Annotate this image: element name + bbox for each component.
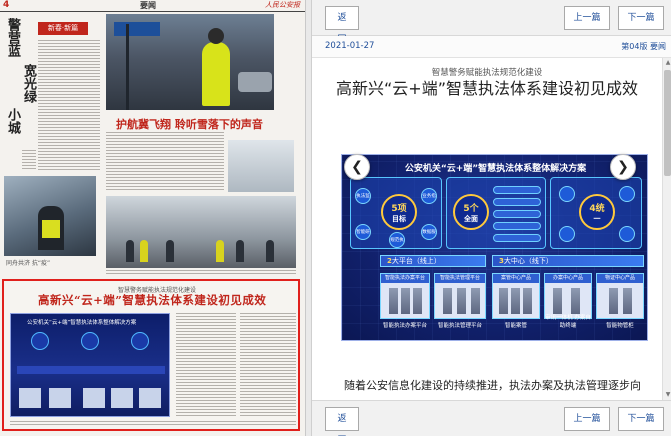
previous-article-button-bottom[interactable]: 上一篇 — [564, 407, 610, 431]
figure-comprehensive-ring: 5个 全面 — [453, 194, 489, 230]
highlight-graphic-title: 公安机关“云+端”智慧执法体系整体解决方案 — [27, 320, 137, 326]
figure-node: 智能研判 — [355, 224, 371, 240]
paper-text-column — [106, 270, 296, 276]
scrollbar-thumb[interactable] — [664, 70, 671, 176]
figure-item-pill — [493, 186, 541, 194]
highlight-text-column — [240, 313, 296, 417]
figure-comprehensive-number: 5个 — [463, 204, 479, 214]
figure-item-pill — [493, 198, 541, 206]
article-content[interactable]: 智慧警务赋能执法规范化建设 高新兴“云+端”智慧执法体系建设初见成效 公安机关“… — [312, 58, 662, 400]
figure-goals-number: 5项 — [391, 204, 407, 214]
scroll-up-arrow-icon[interactable]: ▲ — [663, 58, 671, 68]
figure-node: 数据服务 — [421, 224, 437, 240]
figure-unification-ring: 4统 一 — [579, 194, 615, 230]
next-article-button-bottom[interactable]: 下一篇 — [618, 407, 664, 431]
figure-platforms-label: 大平台（线上） — [391, 257, 441, 265]
reader-window: 4 要闻 人民公安报 警营蓝 宽光绿 小城 新春·新篇 护航冀飞翔 聆听雪落下的… — [0, 0, 671, 436]
figure-module-header: 案管中心产品 — [493, 274, 539, 283]
paper-text-column — [22, 150, 36, 170]
paper-page-number: 4 — [3, 0, 10, 10]
paper-masthead: 人民公安报 — [265, 1, 300, 9]
figure-module-caption: 智能执法办案平台 — [382, 323, 427, 329]
figure-module-header: 办案中心产品 — [545, 274, 591, 283]
article-meta-bar: 2021-01-27 第04版 要闻 — [312, 36, 671, 58]
figure-item-pill — [493, 210, 541, 218]
back-button-bottom[interactable]: 返回 — [325, 407, 359, 431]
paper-section-name: 要闻 — [140, 1, 156, 10]
figure-next-arrow-icon[interactable]: ❯ — [610, 154, 636, 180]
figure-comprehensive-panel: 5个 全面 — [446, 177, 546, 249]
next-article-button[interactable]: 下一篇 — [618, 6, 664, 30]
article-scrollbar[interactable]: ▲ ▼ — [662, 58, 671, 400]
figure-centers-bar: 3大中心（线下） — [492, 255, 644, 267]
paper-photo-snow — [228, 140, 294, 192]
figure-module-caption: 智能执法管理平台 — [437, 323, 482, 329]
figure-module-case-platform: 智能执法办案平台 智能执法办案平台 — [380, 273, 430, 329]
article-edition: 第04版 要闻 — [621, 42, 666, 51]
figure-unification-panel: 4统 一 — [550, 177, 642, 249]
figure-unification-label: 一 — [593, 215, 601, 223]
paper-photo-caption: 同舟共济 抗“疫” — [6, 260, 51, 267]
article-figure[interactable]: 公安机关“云+端”智慧执法体系整体解决方案 5项 目标 执法监督 业务指导 智能… — [341, 154, 648, 341]
back-button[interactable]: 返回 — [325, 6, 359, 45]
highlight-text-column — [176, 313, 236, 417]
figure-unification-number: 4统 — [589, 204, 605, 214]
figure-node: 执法监督 — [355, 188, 371, 204]
paper-header: 4 要闻 人民公安报 — [0, 0, 305, 12]
paper-vertical-headline-1: 警营蓝 — [5, 18, 20, 57]
highlighted-article-region[interactable]: 智慧警务赋能执法规范化建设 高新兴“云+端”智慧执法体系建设初见成效 公安机关“… — [2, 279, 300, 431]
paper-photo-street — [106, 196, 296, 268]
paper-vertical-headline-2: 宽光绿 — [21, 64, 36, 103]
top-toolbar: 返回 上一篇 下一篇 — [312, 0, 671, 45]
figure-module-caption: 智能物管柜 — [606, 323, 634, 329]
paper-text-column — [106, 132, 224, 192]
paper-photo-traffic-officer — [106, 14, 274, 110]
figure-item-pill — [493, 234, 541, 242]
figure-module-case-center: 案管中心产品 智能案管 — [492, 273, 540, 329]
paper-red-badge: 新春·新篇 — [38, 22, 88, 35]
article-reader-panel: 返回 上一篇 下一篇 2021-01-27 第04版 要闻 智慧警务赋能执法规范… — [311, 0, 671, 436]
figure-module-caption: 审讯一体机 办案自助终端 — [545, 315, 591, 329]
paper-photo-bus — [4, 176, 96, 256]
article-date: 2021-01-27 — [325, 41, 375, 51]
highlight-headline: 高新兴“云+端”智慧执法体系建设初见成效 — [38, 293, 267, 307]
figure-node: 业务指导 — [421, 188, 437, 204]
figure-node — [559, 186, 575, 202]
article-kicker: 智慧警务赋能执法规范化建设 — [431, 68, 543, 78]
paper-text-column — [38, 40, 100, 170]
article-body-text: 随着公安信息化建设的持续推进，执法办案及执法管理逐步向 — [344, 379, 641, 392]
figure-comprehensive-label: 全面 — [464, 215, 478, 223]
figure-module-header: 智能执法办案平台 — [381, 274, 429, 283]
paper-vertical-headline-3: 小城 — [5, 108, 20, 134]
figure-node: 规范执法 — [389, 232, 405, 248]
figure-item-pill — [493, 222, 541, 230]
figure-module-header: 智能执法管理平台 — [435, 274, 485, 283]
scroll-down-arrow-icon[interactable]: ▼ — [663, 390, 671, 400]
figure-title: 公安机关“云+端”智慧执法体系整体解决方案 — [404, 164, 587, 174]
previous-article-button[interactable]: 上一篇 — [564, 6, 610, 30]
figure-module-caption: 智能案管 — [504, 323, 527, 329]
paper-photo-headline: 护航冀飞翔 聆听雪落下的声音 — [116, 118, 263, 131]
figure-node — [619, 226, 635, 242]
highlight-text-column — [10, 421, 296, 427]
article-headline: 高新兴“云+端”智慧执法体系建设初见成效 — [336, 79, 638, 98]
figure-previous-arrow-icon[interactable]: ❮ — [344, 154, 370, 180]
bottom-toolbar: 返回 上一篇 下一篇 — [312, 400, 671, 436]
figure-module-header: 物证中心产品 — [597, 274, 643, 283]
figure-goals-label: 目标 — [392, 215, 406, 223]
figure-module-management-platform: 智能执法管理平台 智能执法管理平台 — [434, 273, 486, 329]
newspaper-page[interactable]: 4 要闻 人民公安报 警营蓝 宽光绿 小城 新春·新篇 护航冀飞翔 聆听雪落下的… — [0, 0, 306, 436]
figure-goals-ring: 5项 目标 — [381, 194, 417, 230]
figure-goals-panel: 5项 目标 执法监督 业务指导 智能研判 规范执法 数据服务 — [350, 177, 442, 249]
figure-centers-label: 大中心（线下） — [503, 257, 553, 265]
figure-module-handling-center: 办案中心产品 审讯一体机 办案自助终端 — [544, 273, 592, 329]
figure-platforms-bar: 2大平台（线上） — [380, 255, 486, 267]
figure-node — [619, 186, 635, 202]
figure-node — [559, 226, 575, 242]
figure-module-evidence-center: 物证中心产品 智能物管柜 — [596, 273, 644, 329]
highlight-solution-graphic: 公安机关“云+端”智慧执法体系整体解决方案 — [10, 313, 170, 417]
